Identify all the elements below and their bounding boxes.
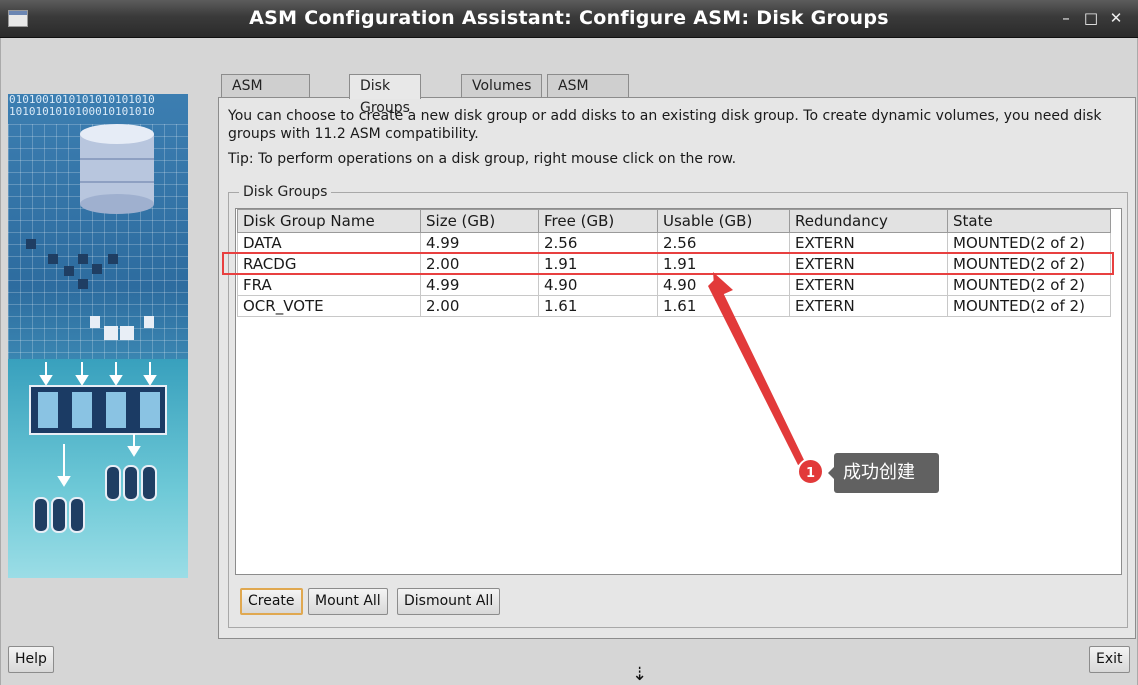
tab-asm-instances[interactable]: ASM Instances <box>221 74 310 116</box>
cell-usable: 4.90 <box>657 274 790 296</box>
cell-state: MOUNTED(2 of 2) <box>947 232 1111 254</box>
cell-usable: 2.56 <box>657 232 790 254</box>
disk-groups-table[interactable]: Disk Group Name Size (GB) Free (GB) Usab… <box>235 208 1122 575</box>
cell-size: 4.99 <box>420 274 539 296</box>
tab-disk-groups[interactable]: Disk Groups <box>349 74 421 116</box>
panel-tip: Tip: To perform operations on a disk gro… <box>228 151 737 167</box>
maximize-icon[interactable]: □ <box>1081 8 1101 28</box>
exit-button[interactable]: Exit <box>1089 646 1130 673</box>
cell-state: MOUNTED(2 of 2) <box>947 253 1111 275</box>
mount-all-button[interactable]: Mount All <box>308 588 388 615</box>
cell-redundancy: EXTERN <box>789 274 948 296</box>
cell-disk-group-name: FRA <box>237 274 421 296</box>
cell-size: 2.00 <box>420 253 539 275</box>
annotation-badge: 1 <box>797 458 824 485</box>
disk-groups-panel: You can choose to create a new disk grou… <box>218 97 1136 639</box>
cell-usable: 1.61 <box>657 295 790 317</box>
column-header-usable[interactable]: Usable (GB) <box>657 209 790 233</box>
minimize-icon[interactable]: – <box>1056 8 1076 28</box>
create-button[interactable]: Create <box>240 588 303 615</box>
title-bar: ASM Configuration Assistant: Configure A… <box>0 0 1138 38</box>
table-row[interactable]: OCR_VOTE 2.00 1.61 1.61 EXTERN MOUNTED(2… <box>237 295 1111 317</box>
cell-disk-group-name: OCR_VOTE <box>237 295 421 317</box>
table-row[interactable]: RACDG 2.00 1.91 1.91 EXTERN MOUNTED(2 of… <box>237 253 1111 275</box>
cell-state: MOUNTED(2 of 2) <box>947 274 1111 296</box>
disk-groups-legend: Disk Groups <box>243 184 328 200</box>
column-header-state[interactable]: State <box>947 209 1111 233</box>
column-header-free[interactable]: Free (GB) <box>538 209 658 233</box>
tab-asm-cluster-file-systems[interactable]: ASM Cluster File Systems <box>547 74 629 160</box>
table-row[interactable]: FRA 4.99 4.90 4.90 EXTERN MOUNTED(2 of 2… <box>237 274 1111 296</box>
dismount-all-button[interactable]: Dismount All <box>397 588 501 615</box>
table-header-row: Disk Group Name Size (GB) Free (GB) Usab… <box>237 209 1111 233</box>
cell-free: 1.91 <box>538 253 658 275</box>
asm-side-illustration: 0101001010101010101010 10101010101000101… <box>8 94 188 578</box>
download-arrow-icon: ⇣ <box>632 664 648 685</box>
cell-disk-group-name: DATA <box>237 232 421 254</box>
cell-size: 2.00 <box>420 295 539 317</box>
cell-size: 4.99 <box>420 232 539 254</box>
cell-free: 2.56 <box>538 232 658 254</box>
tab-volumes[interactable]: Volumes <box>461 74 543 98</box>
close-icon[interactable]: ✕ <box>1106 8 1126 28</box>
table-row[interactable]: DATA 4.99 2.56 2.56 EXTERN MOUNTED(2 of … <box>237 232 1111 254</box>
cell-free: 1.61 <box>538 295 658 317</box>
annotation-callout: 成功创建 <box>828 453 939 493</box>
cell-free: 4.90 <box>538 274 658 296</box>
cell-redundancy: EXTERN <box>789 253 948 275</box>
help-button[interactable]: Help <box>8 646 54 673</box>
cell-redundancy: EXTERN <box>789 232 948 254</box>
column-header-redundancy[interactable]: Redundancy <box>789 209 948 233</box>
column-header-disk-group-name[interactable]: Disk Group Name <box>237 209 421 233</box>
storage-diagram-icon <box>26 124 167 533</box>
cell-usable: 1.91 <box>657 253 790 275</box>
cell-redundancy: EXTERN <box>789 295 948 317</box>
cell-disk-group-name: RACDG <box>237 253 421 275</box>
column-header-size[interactable]: Size (GB) <box>420 209 539 233</box>
cell-state: MOUNTED(2 of 2) <box>947 295 1111 317</box>
window-title: ASM Configuration Assistant: Configure A… <box>249 7 889 29</box>
